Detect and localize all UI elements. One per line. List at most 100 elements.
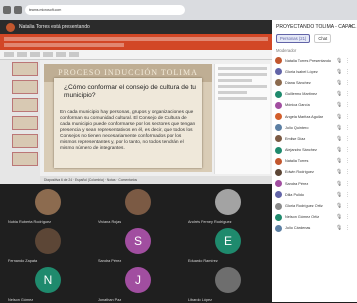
slide-thumbnail[interactable] <box>12 98 38 112</box>
video-tile[interactable]: Nubia Ruberta Rodríguez <box>4 186 92 225</box>
participant-row[interactable]: Sandra Pérez 🎙 ⋮ <box>272 178 357 189</box>
microphone-icon: 🎙 <box>336 147 343 154</box>
participant-name: Nelson Gómez Ortiz <box>285 215 320 220</box>
ribbon-tab-row[interactable] <box>4 37 268 41</box>
more-options-icon[interactable]: ⋮ <box>345 114 350 120</box>
slide-thumbnail[interactable] <box>12 152 38 166</box>
more-options-icon[interactable]: ⋮ <box>345 225 350 231</box>
toolbar-button[interactable] <box>4 52 14 57</box>
ribbon-tool-row[interactable] <box>4 43 124 47</box>
participant-row[interactable]: Natalia Torres Presentando 🎙 ⋮ <box>272 55 357 66</box>
more-options-icon[interactable]: ⋮ <box>345 69 350 75</box>
participant-row[interactable]: Edwin Rodríguez 🎙 ⋮ <box>272 167 357 178</box>
panel-option[interactable] <box>218 91 248 94</box>
avatar <box>275 168 282 176</box>
tab-chat[interactable]: Chat <box>314 34 332 43</box>
presenter-avatar <box>6 22 15 32</box>
microphone-icon: 🎙 <box>336 158 343 165</box>
video-tile[interactable]: Viviana Rojas <box>94 186 182 225</box>
participant-row[interactable]: Diana Sánchez 🎙 ⋮ <box>272 77 357 88</box>
participant-name: Angela Maritza Aguilar <box>285 114 323 119</box>
participant-name: Julio Cárdenas <box>285 226 311 231</box>
participant-row[interactable]: Dilia Pulido 🎙 ⋮ <box>272 189 357 200</box>
participant-row[interactable]: Angela Maritza Aguilar 🎙 ⋮ <box>272 111 357 122</box>
panel-option[interactable] <box>218 67 267 70</box>
address-bar[interactable]: teams.microsoft.com <box>25 5 185 15</box>
toolbar <box>0 50 272 60</box>
participant-row[interactable]: Emilse Díaz 🎙 ⋮ <box>272 133 357 144</box>
slide-thumbnail[interactable] <box>12 116 38 130</box>
microphone-icon: 🎙 <box>336 225 343 232</box>
video-tile[interactable]: E Eduardo Ramírez <box>184 225 272 264</box>
toolbar-button[interactable] <box>30 52 40 57</box>
avatar <box>275 113 282 121</box>
participant-row[interactable]: Gloria Isabel López 🎙 ⋮ <box>272 66 357 77</box>
browser-tab-icon[interactable] <box>3 6 11 14</box>
slide-thumbnail[interactable] <box>12 80 38 94</box>
microphone-icon: 🎙 <box>336 214 343 221</box>
video-tile[interactable]: Libardo López <box>184 264 272 303</box>
video-tile[interactable]: Fernando Zapata <box>4 225 92 264</box>
slide-thumbnail[interactable] <box>12 134 38 148</box>
more-options-icon[interactable]: ⋮ <box>345 158 350 164</box>
slide-thumbnail[interactable] <box>12 62 38 76</box>
microphone-icon: 🎙 <box>336 180 343 187</box>
participant-row[interactable]: Nelson Gómez Ortiz 🎙 ⋮ <box>272 212 357 223</box>
toolbar-button[interactable] <box>69 52 79 57</box>
participant-name: Eduardo Ramírez <box>188 259 218 263</box>
participant-name: Emilse Díaz <box>285 136 306 141</box>
video-gallery: Nubia Ruberta Rodríguez Viviana Rojas Andr… <box>0 184 272 302</box>
avatar <box>275 124 282 132</box>
slide-thumbnail-pane <box>0 60 40 184</box>
participant-row[interactable]: Mónica García 🎙 ⋮ <box>272 100 357 111</box>
more-options-icon[interactable]: ⋮ <box>345 80 350 86</box>
panel-option[interactable] <box>218 97 267 100</box>
microphone-icon: 🎙 <box>336 203 343 210</box>
participant-row[interactable]: Alejandro Sánchez 🎙 ⋮ <box>272 145 357 156</box>
participant-name: Viviana Rojas <box>98 220 122 224</box>
close-icon[interactable]: ✕ <box>349 23 354 30</box>
participant-row[interactable]: Natalia Torres 🎙 ⋮ <box>272 156 357 167</box>
avatar <box>275 202 282 210</box>
participant-row[interactable]: Julio Cárdenas 🎙 ⋮ <box>272 223 357 234</box>
panel-option[interactable] <box>218 73 267 76</box>
more-options-icon[interactable]: ⋮ <box>345 147 350 153</box>
microphone-icon: 🎙 <box>336 91 343 98</box>
more-options-icon[interactable]: ⋮ <box>345 203 350 209</box>
browser-tab-icon[interactable] <box>14 6 22 14</box>
participant-row[interactable]: Julio Quintero 🎙 ⋮ <box>272 122 357 133</box>
participant-photo <box>125 189 151 215</box>
avatar <box>275 213 282 221</box>
video-tile[interactable]: S Sandra Pérez <box>94 225 182 264</box>
microphone-icon: 🎙 <box>336 124 343 131</box>
avatar <box>275 135 282 143</box>
more-options-icon[interactable]: ⋮ <box>345 169 350 175</box>
more-options-icon[interactable]: ⋮ <box>345 192 350 198</box>
more-options-icon[interactable]: ⋮ <box>345 136 350 142</box>
avatar <box>275 57 282 65</box>
more-options-icon[interactable]: ⋮ <box>345 102 350 108</box>
microphone-icon: 🎙 <box>336 135 343 142</box>
more-options-icon[interactable]: ⋮ <box>345 58 350 64</box>
more-options-icon[interactable]: ⋮ <box>345 214 350 220</box>
tab-people[interactable]: Personas (21) <box>276 34 311 43</box>
video-tile[interactable]: Andrés Ferney Rodríguez <box>184 186 272 225</box>
participant-name: Diana Sánchez <box>285 80 311 85</box>
participant-row[interactable]: Guillermo Martínez 🎙 ⋮ <box>272 89 357 100</box>
panel-option[interactable] <box>218 85 267 88</box>
more-options-icon[interactable]: ⋮ <box>345 91 350 97</box>
toolbar-button[interactable] <box>56 52 66 57</box>
video-tile[interactable]: N Nelson Gómez <box>4 264 92 303</box>
more-options-icon[interactable]: ⋮ <box>345 125 350 131</box>
panel-option[interactable] <box>218 79 253 82</box>
toolbar-button[interactable] <box>43 52 53 57</box>
more-options-icon[interactable]: ⋮ <box>345 181 350 187</box>
toolbar-button[interactable] <box>17 52 27 57</box>
video-tile[interactable]: J Jonathan Paz <box>94 264 182 303</box>
avatar <box>275 79 282 87</box>
participant-name: Andrés Ferney Rodríguez <box>188 220 232 224</box>
avatar <box>275 157 282 165</box>
participant-row[interactable]: Gloria Rodríguez Ortiz 🎙 ⋮ <box>272 200 357 211</box>
participant-name: Libardo López <box>188 298 213 302</box>
participants-panel: PROYECTANDO TOLIMA - CAPAC... ✕ Personas… <box>272 20 357 302</box>
